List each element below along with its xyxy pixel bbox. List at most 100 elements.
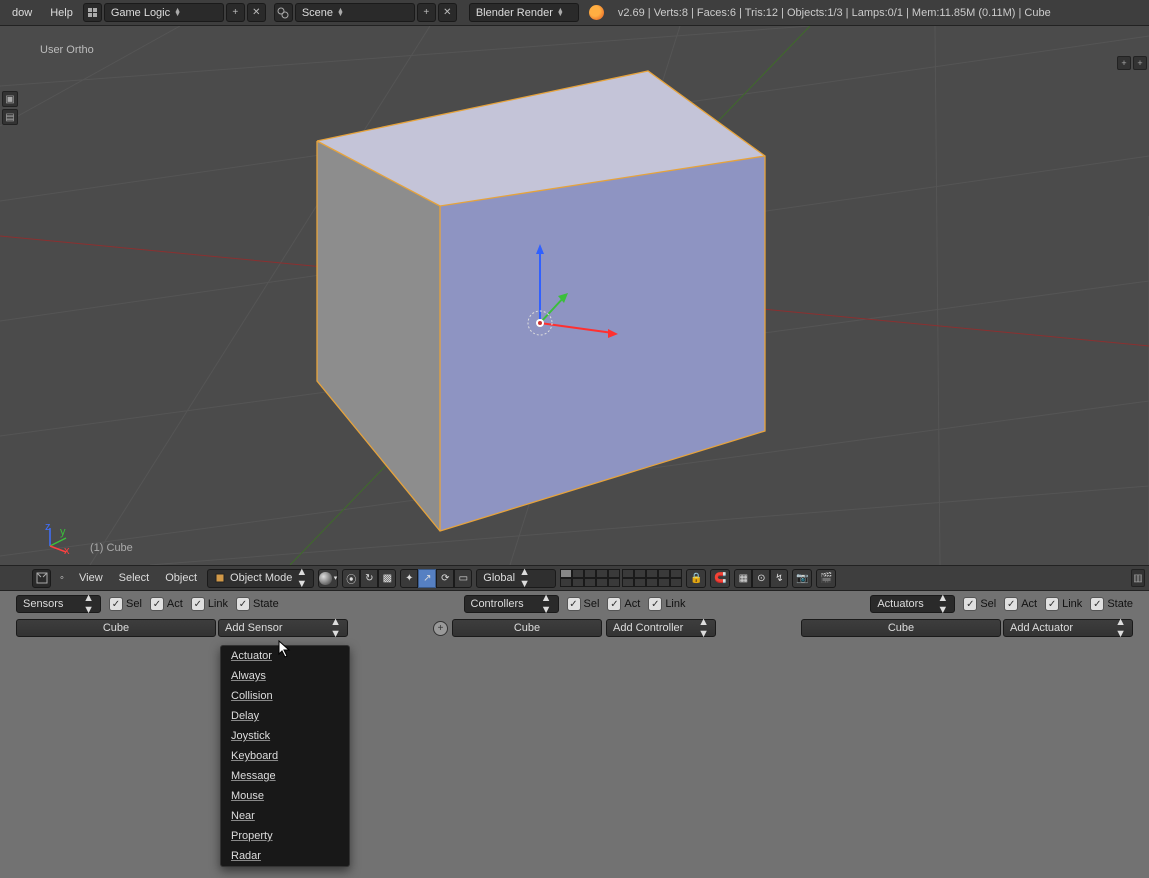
controllers-link-checkbox[interactable]: ✓ [648, 597, 662, 611]
mode-select[interactable]: Object Mode ▲▼ [207, 569, 314, 588]
snap-vertex-button[interactable]: ⊙ [752, 569, 770, 588]
lock-camera-button[interactable]: 🔒 [686, 569, 706, 588]
sensors-sel-checkbox[interactable]: ✓ [109, 597, 123, 611]
controllers-header: Controllers ▲▼ ✓Sel ✓Act ✓Link [464, 595, 686, 613]
chevron-updown-icon: ▲▼ [337, 9, 344, 17]
viewport-right-tools: + + [1117, 56, 1147, 70]
actuators-add-group: Cube Add Actuator ▲▼ [801, 619, 1133, 637]
logic-add-row: Cube Add Sensor ▲▼ + Cube Add Controller… [0, 617, 1149, 639]
mode-label: Object Mode [230, 572, 292, 584]
sensors-state-checkbox[interactable]: ✓ [236, 597, 250, 611]
add-actuator-button[interactable]: Add Actuator ▲▼ [1003, 619, 1133, 637]
editor-type-icon[interactable] [32, 569, 51, 588]
render-engine-select[interactable]: Blender Render ▲▼ [469, 3, 579, 22]
view-orientation-label: User Ortho [40, 44, 94, 56]
menu-item-window[interactable]: dow [4, 3, 40, 23]
sensors-object-button[interactable]: Cube [16, 619, 216, 637]
sensor-option-collision[interactable]: Collision [221, 686, 349, 706]
controllers-sel-checkbox[interactable]: ✓ [567, 597, 581, 611]
axis-gizmo-icon: z y x [40, 522, 72, 554]
actuators-act-checkbox[interactable]: ✓ [1004, 597, 1018, 611]
scene-select[interactable]: Scene ▲▼ [295, 3, 415, 22]
controllers-title: Controllers [471, 598, 524, 610]
actuators-object-button[interactable]: Cube [801, 619, 1001, 637]
sensor-option-near[interactable]: Near [221, 806, 349, 826]
expand-properties-icon[interactable]: + [1133, 56, 1147, 70]
svg-text:z: z [45, 522, 51, 533]
chevron-updown-icon: ▲▼ [330, 616, 341, 640]
actuators-title: Actuators [877, 598, 923, 610]
controllers-act-checkbox[interactable]: ✓ [607, 597, 621, 611]
svg-text:y: y [60, 526, 66, 538]
delete-scene-button[interactable]: ✕ [438, 3, 457, 22]
sensor-option-always[interactable]: Always [221, 666, 349, 686]
collapse-menu-icon[interactable]: ◦ [55, 569, 69, 588]
sensors-add-group: Cube Add Sensor ▲▼ [16, 619, 348, 637]
actuators-dropdown[interactable]: Actuators ▲▼ [870, 595, 955, 613]
delete-screen-button[interactable]: ✕ [247, 3, 266, 22]
menu-object[interactable]: Object [159, 568, 203, 588]
menu-view[interactable]: View [73, 568, 109, 588]
status-bar-text: v2.69 | Verts:8 | Faces:6 | Tris:12 | Ob… [618, 7, 1051, 19]
chevron-updown-icon: ▲▼ [83, 592, 94, 616]
add-sensor-label: Add Sensor [225, 622, 282, 634]
side-panel-icon[interactable]: ▥ [1131, 569, 1145, 587]
render-anim-button[interactable]: 🎬 [816, 569, 836, 588]
pivot-median-button[interactable]: ⦿ [342, 569, 360, 588]
manipulator-toggle-button[interactable]: ✦ [400, 569, 418, 588]
add-sensor-button[interactable]: Add Sensor ▲▼ [218, 619, 348, 637]
snap-button[interactable]: 🧲 [710, 569, 730, 588]
snap-edge-button[interactable]: ↯ [770, 569, 788, 588]
actuators-link-checkbox[interactable]: ✓ [1045, 597, 1059, 611]
sensor-option-keyboard[interactable]: Keyboard [221, 746, 349, 766]
manipulator-scale-button[interactable]: ▭ [454, 569, 472, 588]
sensor-option-delay[interactable]: Delay [221, 706, 349, 726]
sensor-option-radar[interactable]: Radar [221, 846, 349, 866]
orientation-select[interactable]: Global ▲▼ [476, 569, 556, 588]
controllers-object-label: Cube [514, 622, 540, 634]
pivot-individual-button[interactable]: ↻ [360, 569, 378, 588]
sensors-act-checkbox[interactable]: ✓ [150, 597, 164, 611]
actuators-sel-checkbox[interactable]: ✓ [963, 597, 977, 611]
scene-browser-icon[interactable] [274, 3, 293, 22]
layer-buttons[interactable] [560, 569, 682, 587]
logic-headers-row: Sensors ▲▼ ✓Sel ✓Act ✓Link ✓State Contro… [0, 591, 1149, 617]
blender-logo-icon [589, 5, 604, 20]
add-controller-button[interactable]: Add Controller ▲▼ [606, 619, 716, 637]
sensor-option-actuator[interactable]: Actuator [221, 646, 349, 666]
menu-item-help[interactable]: Help [42, 3, 81, 23]
chevron-updown-icon: ▲▼ [937, 592, 948, 616]
sensors-link-checkbox[interactable]: ✓ [191, 597, 205, 611]
screen-layout-select[interactable]: Game Logic ▲▼ [104, 3, 224, 22]
manipulator-rotate-button[interactable]: ⟳ [436, 569, 454, 588]
pivot-buttons: ⦿ ↻ ▩ [342, 569, 396, 588]
sensors-link-label: Link [208, 598, 228, 610]
expand-tool-shelf-icon[interactable]: + [1117, 56, 1131, 70]
sensor-option-joystick[interactable]: Joystick [221, 726, 349, 746]
render-image-button[interactable]: 📷 [792, 569, 812, 588]
chevron-updown-icon: ▲▼ [698, 616, 709, 640]
actuators-state-checkbox[interactable]: ✓ [1090, 597, 1104, 611]
snap-element-buttons: ▦ ⊙ ↯ [734, 569, 788, 588]
add-screen-button[interactable]: + [226, 3, 245, 22]
screen-browser-icon[interactable] [83, 3, 102, 22]
sensors-dropdown[interactable]: Sensors ▲▼ [16, 595, 101, 613]
manipulator-translate-button[interactable]: ↗ [418, 569, 436, 588]
expand-controller-icon[interactable]: + [433, 621, 448, 636]
sensor-option-message[interactable]: Message [221, 766, 349, 786]
controllers-object-button[interactable]: Cube [452, 619, 602, 637]
pivot-cursor-button[interactable]: ▩ [378, 569, 396, 588]
chevron-updown-icon: ▲▼ [1115, 616, 1126, 640]
actuators-sel-label: Sel [980, 598, 996, 610]
camera-toggle-icon[interactable]: ▣ [2, 91, 18, 107]
snap-increment-button[interactable]: ▦ [734, 569, 752, 588]
controllers-dropdown[interactable]: Controllers ▲▼ [464, 595, 559, 613]
view-toggle-icon[interactable]: ▤ [2, 109, 18, 125]
3d-viewport[interactable]: ▣ ▤ + + User Ortho (1) Cube z y x [0, 26, 1149, 565]
actuators-header: Actuators ▲▼ ✓Sel ✓Act ✓Link ✓State [870, 595, 1133, 613]
menu-select[interactable]: Select [113, 568, 156, 588]
add-scene-button[interactable]: + [417, 3, 436, 22]
sensor-option-property[interactable]: Property [221, 826, 349, 846]
shading-select[interactable]: ▾ [318, 569, 338, 588]
sensor-option-mouse[interactable]: Mouse [221, 786, 349, 806]
